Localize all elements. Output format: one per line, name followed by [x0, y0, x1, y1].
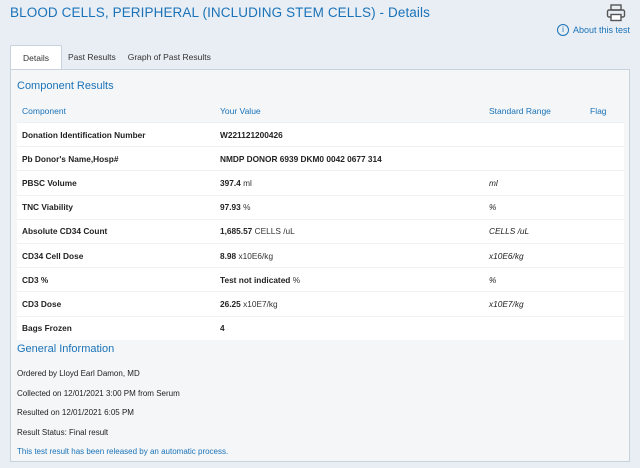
tab-graph-past-results[interactable]: Graph of Past Results: [122, 45, 217, 69]
table-row: Absolute CD34 Count 1,685.57 CELLS /uL CEL…: [17, 218, 624, 244]
general-information-title: General Information: [17, 343, 115, 355]
table-header-row: Component Your Value Standard Range Flag: [17, 100, 624, 123]
flag: [590, 194, 624, 220]
component-name: TNC Viability: [17, 194, 220, 220]
component-name: CD34 Cell Dose: [17, 242, 220, 268]
flag: [590, 146, 624, 171]
flag: [590, 267, 624, 292]
component-name: Pb Donor's Name,Hosp#: [17, 146, 220, 171]
your-value: NMDP DONOR 6939 DKM0 0042 0677 314: [220, 146, 489, 171]
printer-icon[interactable]: [606, 4, 626, 22]
your-value: 397.4 ml: [220, 170, 489, 196]
component-name: Absolute CD34 Count: [17, 218, 220, 244]
standard-range: [489, 315, 590, 340]
value-number: 1,685.57: [220, 226, 253, 237]
value-number: 397.4: [220, 177, 241, 188]
value-unit: x10E7/kg: [243, 298, 278, 309]
your-value: 8.98 x10E6/kg: [220, 242, 489, 268]
your-value: W221121200426: [220, 121, 489, 147]
tab-bar: Details Past Results Graph of Past Resul…: [10, 45, 217, 70]
page-title: BLOOD CELLS, PERIPHERAL (INCLUDING STEM …: [10, 5, 430, 20]
flag: [590, 315, 624, 340]
general-information-list: Ordered by Lloyd Earl Damon, MD Collecte…: [17, 364, 228, 462]
your-value: 4: [220, 315, 489, 340]
details-panel: Component Results Component Your Value S…: [10, 69, 630, 462]
standard-range: %: [489, 194, 590, 220]
value-number: W221121200426: [220, 129, 283, 140]
ordered-by: Ordered by Lloyd Earl Damon, MD: [17, 369, 140, 378]
standard-range: x10E7/kg: [489, 291, 590, 316]
table-row: PBSC Volume 397.4 ml ml: [17, 170, 624, 196]
info-icon: i: [556, 24, 569, 36]
table-row: CD3 % Test not indicated %%: [17, 267, 624, 292]
flag: [590, 218, 624, 244]
resulted-on: Resulted on 12/01/2021 6:05 PM: [17, 408, 134, 417]
table-row: Pb Donor's Name,Hosp# NMDP DONOR 6939 DKM…: [17, 146, 624, 171]
about-this-test-link[interactable]: i About this test: [556, 24, 630, 36]
table-row: Donation Identification Number W221121200…: [17, 121, 624, 147]
collected-on: Collected on 12/01/2021 3:00 PM from Ser…: [17, 388, 180, 398]
value-number: 97.93: [220, 202, 241, 213]
standard-range: %: [489, 267, 590, 292]
tab-details[interactable]: Details: [10, 45, 62, 70]
value-number: 26.25: [220, 298, 241, 309]
table-row: Bags Frozen 4: [17, 315, 624, 340]
release-note: This test result has been released by an…: [17, 447, 229, 456]
component-results-table: Component Your Value Standard Range Flag…: [17, 100, 624, 340]
component-name: PBSC Volume: [17, 170, 220, 196]
component-results-title: Component Results: [17, 80, 114, 92]
column-header-standard-range: Standard Range: [489, 100, 590, 123]
tab-past-results[interactable]: Past Results: [62, 45, 122, 69]
flag: [590, 242, 624, 268]
flag: [590, 170, 624, 196]
column-header-component: Component: [17, 100, 220, 123]
about-link-label: About this test: [572, 25, 630, 35]
result-status: Result Status: Final result: [17, 427, 109, 437]
component-name: CD3 %: [17, 267, 220, 292]
your-value: 97.93 %: [220, 194, 489, 220]
flag: [590, 291, 624, 316]
column-header-flag: Flag: [590, 100, 624, 123]
column-header-your-value: Your Value: [220, 100, 489, 123]
your-value: 1,685.57 CELLS /uL: [220, 218, 489, 244]
value-number: Test not indicated: [220, 274, 291, 285]
value-unit: ml: [243, 177, 252, 188]
standard-range: CELLS /uL: [489, 218, 590, 244]
your-value: 26.25 x10E7/kg: [220, 291, 489, 316]
standard-range: x10E6/kg: [489, 242, 590, 268]
standard-range: [489, 121, 590, 147]
value-unit: %: [292, 274, 301, 285]
value-unit: %: [243, 202, 251, 213]
table-row: CD34 Cell Dose 8.98 x10E6/kg x10E6/kg: [17, 242, 624, 268]
your-value: Test not indicated %: [220, 267, 489, 292]
value-unit: x10E6/kg: [238, 250, 274, 261]
standard-range: [489, 146, 590, 171]
component-name: CD3 Dose: [17, 291, 220, 316]
component-name: Donation Identification Number: [17, 121, 220, 147]
standard-range: ml: [489, 170, 590, 196]
value-number: 4: [220, 323, 225, 334]
value-unit: CELLS /uL: [254, 226, 295, 237]
component-name: Bags Frozen: [17, 315, 220, 340]
value-number: NMDP DONOR 6939 DKM0 0042 0677 314: [220, 153, 382, 164]
value-number: 8.98: [220, 250, 237, 261]
flag: [590, 121, 624, 147]
table-row: CD3 Dose 26.25 x10E7/kg x10E7/kg: [17, 291, 624, 316]
table-row: TNC Viability 97.93 %%: [17, 194, 624, 220]
